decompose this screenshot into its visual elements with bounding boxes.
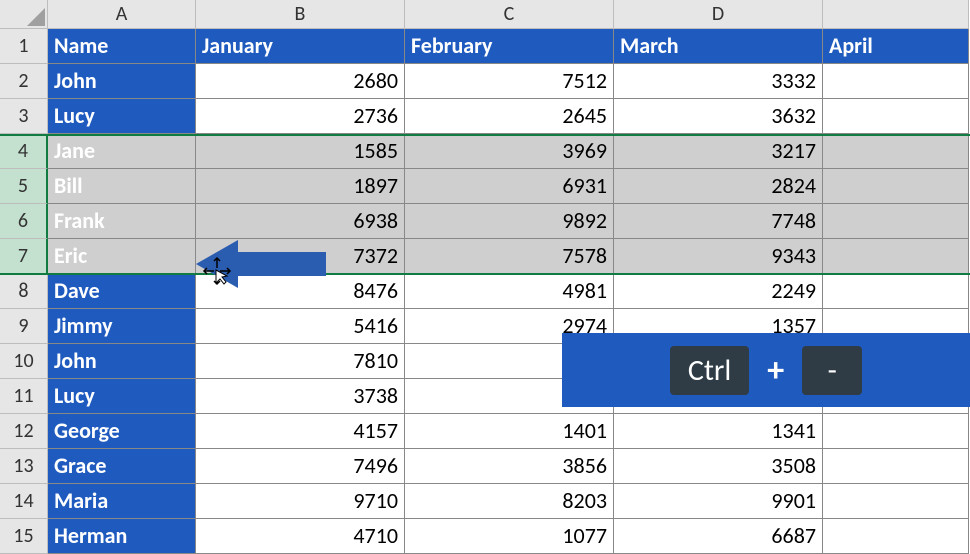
data-cell[interactable]: 3856 [405, 449, 614, 484]
table-header-cell[interactable]: February [405, 29, 614, 64]
data-cell[interactable] [823, 519, 969, 554]
data-cell[interactable]: 9710 [196, 484, 405, 519]
selection-border [0, 134, 970, 136]
row-header[interactable]: 14 [0, 484, 48, 519]
name-cell[interactable]: John [48, 64, 196, 99]
data-cell[interactable] [823, 134, 969, 169]
row-header[interactable]: 10 [0, 344, 48, 379]
data-cell[interactable]: 3632 [614, 99, 823, 134]
data-cell[interactable]: 3332 [614, 64, 823, 99]
row-header[interactable]: 11 [0, 379, 48, 414]
data-cell[interactable]: 6931 [405, 169, 614, 204]
selection-border [0, 273, 970, 275]
data-cell[interactable]: 1585 [196, 134, 405, 169]
row-header[interactable]: 5 [0, 169, 48, 204]
column-header[interactable] [823, 0, 969, 29]
row-header[interactable]: 15 [0, 519, 48, 554]
data-cell[interactable]: 9901 [614, 484, 823, 519]
name-cell[interactable]: John [48, 344, 196, 379]
keyboard-shortcut-banner: Ctrl + - [562, 333, 970, 407]
row-header[interactable]: 2 [0, 64, 48, 99]
row-header[interactable]: 3 [0, 99, 48, 134]
data-cell[interactable] [823, 169, 969, 204]
select-all-corner[interactable] [0, 0, 48, 29]
data-cell[interactable]: 7512 [405, 64, 614, 99]
data-cell[interactable]: 2249 [614, 274, 823, 309]
row-header[interactable]: 4 [0, 134, 48, 169]
data-cell[interactable]: 3969 [405, 134, 614, 169]
name-cell[interactable]: Maria [48, 484, 196, 519]
name-cell[interactable]: Jimmy [48, 309, 196, 344]
column-header[interactable]: D [614, 0, 823, 29]
data-cell[interactable]: 9892 [405, 204, 614, 239]
data-cell[interactable] [823, 99, 969, 134]
data-cell[interactable]: 4157 [196, 414, 405, 449]
row-header[interactable]: 12 [0, 414, 48, 449]
table-header-cell[interactable]: Name [48, 29, 196, 64]
data-cell[interactable]: 5416 [196, 309, 405, 344]
data-cell[interactable]: 7810 [196, 344, 405, 379]
name-cell[interactable]: Eric [48, 239, 196, 274]
data-cell[interactable]: 2824 [614, 169, 823, 204]
column-header[interactable]: B [196, 0, 405, 29]
name-cell[interactable]: Jane [48, 134, 196, 169]
name-cell[interactable]: George [48, 414, 196, 449]
row-header[interactable]: 7 [0, 239, 48, 274]
data-cell[interactable]: 8476 [196, 274, 405, 309]
key-ctrl: Ctrl [670, 346, 749, 395]
data-cell[interactable]: 2736 [196, 99, 405, 134]
data-cell[interactable] [823, 204, 969, 239]
data-cell[interactable] [823, 484, 969, 519]
data-cell[interactable]: 3738 [196, 379, 405, 414]
data-cell[interactable] [823, 449, 969, 484]
name-cell[interactable]: Lucy [48, 99, 196, 134]
data-cell[interactable]: 4710 [196, 519, 405, 554]
data-cell[interactable]: 7372 [196, 239, 405, 274]
data-cell[interactable]: 3508 [614, 449, 823, 484]
plus-icon: + [767, 350, 784, 391]
row-header[interactable]: 13 [0, 449, 48, 484]
data-cell[interactable]: 2680 [196, 64, 405, 99]
table-header-cell[interactable]: March [614, 29, 823, 64]
row-header[interactable]: 1 [0, 29, 48, 64]
row-header[interactable]: 8 [0, 274, 48, 309]
column-header[interactable]: C [405, 0, 614, 29]
data-cell[interactable]: 8203 [405, 484, 614, 519]
data-cell[interactable]: 1401 [405, 414, 614, 449]
data-cell[interactable]: 9343 [614, 239, 823, 274]
row-header[interactable]: 6 [0, 204, 48, 239]
column-header[interactable]: A [48, 0, 196, 29]
data-cell[interactable]: 4981 [405, 274, 614, 309]
name-cell[interactable]: Bill [48, 169, 196, 204]
data-cell[interactable]: 3217 [614, 134, 823, 169]
key-minus: - [802, 346, 862, 395]
data-cell[interactable]: 1897 [196, 169, 405, 204]
table-header-cell[interactable]: April [823, 29, 969, 64]
data-cell[interactable] [823, 414, 969, 449]
data-cell[interactable]: 1341 [614, 414, 823, 449]
data-cell[interactable]: 6687 [614, 519, 823, 554]
name-cell[interactable]: Dave [48, 274, 196, 309]
spreadsheet-grid[interactable]: ABCD1NameJanuaryFebruaryMarchApril2John2… [0, 0, 970, 554]
row-header[interactable]: 9 [0, 309, 48, 344]
name-cell[interactable]: Lucy [48, 379, 196, 414]
data-cell[interactable]: 7496 [196, 449, 405, 484]
data-cell[interactable]: 2645 [405, 99, 614, 134]
data-cell[interactable] [823, 64, 969, 99]
data-cell[interactable]: 7748 [614, 204, 823, 239]
data-cell[interactable] [823, 274, 969, 309]
name-cell[interactable]: Grace [48, 449, 196, 484]
table-header-cell[interactable]: January [196, 29, 405, 64]
data-cell[interactable]: 7578 [405, 239, 614, 274]
data-cell[interactable]: 6938 [196, 204, 405, 239]
name-cell[interactable]: Herman [48, 519, 196, 554]
name-cell[interactable]: Frank [48, 204, 196, 239]
data-cell[interactable]: 1077 [405, 519, 614, 554]
data-cell[interactable] [823, 239, 969, 274]
